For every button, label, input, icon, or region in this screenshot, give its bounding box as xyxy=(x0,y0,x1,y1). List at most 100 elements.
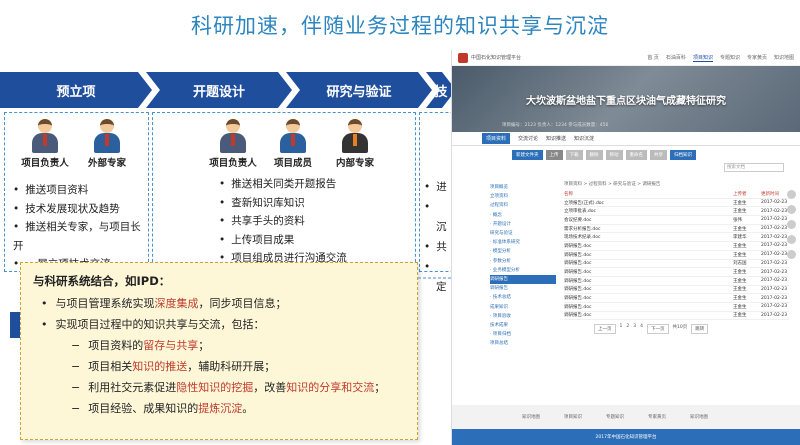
rename-button[interactable]: 重命名 xyxy=(625,150,647,160)
pagination: 上一页 1 2 3 4 下一页 共10页 跳转 xyxy=(564,324,789,335)
tree-item[interactable]: 项目概览 xyxy=(490,183,556,192)
nav-item-home[interactable]: 首 页 xyxy=(647,54,659,62)
stage1-bullets: 推送项目资料 技术发展现状及趋势 推送相关专家，与项目长开 展立项技术交流 xyxy=(13,181,148,274)
tree-item[interactable]: · 开题设计 xyxy=(490,220,556,229)
nav-item-project[interactable]: 项目知识 xyxy=(692,54,713,62)
file-date: 2017-02-23 xyxy=(761,252,788,258)
table-row[interactable]: 调研报告.doc 王金生 2017-02-23 xyxy=(564,303,789,312)
tree-item[interactable]: · 标准体系研究 xyxy=(490,238,556,247)
project-member-avatar-icon xyxy=(278,119,308,153)
table-row[interactable]: 调研报告.doc 王金生 2017-02-23 xyxy=(564,294,789,303)
tree-item[interactable]: · 概念 xyxy=(490,211,556,220)
move-button[interactable]: 移动 xyxy=(605,150,623,160)
table-row[interactable]: 调研报告.doc 王金生 2017-02-23 xyxy=(564,277,789,286)
file-name[interactable]: 立项报告(正式).doc xyxy=(564,200,733,206)
role-label: 项目负责人 xyxy=(21,158,69,169)
tree-item-selected[interactable]: 调研报告 xyxy=(490,275,556,285)
tree-item[interactable]: 研究与验证 xyxy=(490,229,556,238)
file-date: 2017-02-23 xyxy=(761,217,788,223)
file-name[interactable]: 调研报告.doc xyxy=(564,243,733,249)
tab-push[interactable]: 知识推送 xyxy=(546,135,566,142)
file-search-input[interactable]: 搜索文档 xyxy=(724,163,784,172)
file-name[interactable]: 会议纪要.doc xyxy=(564,217,733,223)
file-name[interactable]: 调研报告.doc xyxy=(564,269,733,275)
top-icon[interactable] xyxy=(787,250,796,259)
file-name[interactable]: 调研报告.doc xyxy=(564,278,733,284)
tab-distill[interactable]: 知识沉淀 xyxy=(574,135,594,142)
share-button[interactable]: 共享 xyxy=(650,150,667,160)
page-4[interactable]: 4 xyxy=(640,324,643,334)
table-row[interactable]: 会议纪要.doc 张伟 2017-02-23 xyxy=(564,216,789,225)
footer-link[interactable]: 专题知识 xyxy=(606,414,624,420)
tree-item[interactable]: · 模型分析 xyxy=(490,247,556,256)
page-1[interactable]: 1 xyxy=(620,324,623,334)
new-folder-button[interactable]: 新建文件夹 xyxy=(512,150,543,160)
file-name[interactable]: 调研报告.doc xyxy=(564,252,733,258)
tree-item[interactable]: · 项目验收 xyxy=(490,312,556,321)
file-name[interactable]: 调研报告.doc xyxy=(564,295,733,301)
comment-icon[interactable] xyxy=(787,190,796,199)
footer-link[interactable]: 知识地图 xyxy=(522,414,540,420)
tab-materials[interactable]: 项目资料 xyxy=(482,133,511,144)
tree-item[interactable]: 立项资料 xyxy=(490,192,556,201)
table-row[interactable]: 调研报告.doc 王金生 2017-02-23 xyxy=(564,286,789,295)
nav-item-encyclopedia[interactable]: 石油百科 xyxy=(666,54,686,62)
bullet-item: 推送相关同类开题报告 xyxy=(219,175,347,194)
tree-item[interactable]: 项目总结 xyxy=(490,339,556,348)
table-row[interactable]: 需求分析报告.doc 王金生 2017-02-23 xyxy=(564,225,789,234)
file-date: 2017-02-23 xyxy=(761,208,788,214)
footer-link[interactable]: 项目知识 xyxy=(564,414,582,420)
upload-button[interactable]: 上传 xyxy=(545,150,563,160)
file-name[interactable]: 现场技术纪录.doc xyxy=(564,234,733,240)
table-row[interactable]: 调研报告.doc 刘志国 2017-02-23 xyxy=(564,260,789,269)
next-page-button[interactable]: 下一页 xyxy=(647,324,669,335)
file-list: 项目资料 > 过程资料 > 研究与验证 > 调研报告 名称 上传者 更新时间 立… xyxy=(564,181,789,335)
archive-button[interactable]: 归档知识 xyxy=(670,150,696,160)
file-date: 2017-02-23 xyxy=(761,200,788,206)
table-row[interactable]: 立项审批表.doc 王金生 2017-02-23 xyxy=(564,207,789,217)
table-row[interactable]: 调研报告.doc 王金生 2017-02-23 xyxy=(564,268,789,277)
stage-chevron-preapproval: 预立项 xyxy=(0,72,152,108)
footer-link[interactable]: 专家黄页 xyxy=(648,414,666,420)
share-icon[interactable] xyxy=(787,205,796,214)
file-owner: 王金生 xyxy=(733,287,747,293)
table-row[interactable]: 调研报告.doc 王金生 2017-02-23 xyxy=(564,242,789,251)
table-row[interactable]: 现场技术纪录.doc 李建华 2017-02-23 xyxy=(564,233,789,243)
nav-item-topic[interactable]: 专题知识 xyxy=(720,54,740,62)
nav-item-experts[interactable]: 专家黄页 xyxy=(747,54,767,62)
tree-item[interactable]: 调研报告 xyxy=(490,284,556,293)
file-name[interactable]: 立项审批表.doc xyxy=(564,208,733,214)
page-3[interactable]: 3 xyxy=(633,324,636,334)
file-name[interactable]: 调研报告.doc xyxy=(564,312,733,318)
page-2[interactable]: 2 xyxy=(626,324,629,334)
screen-brand: 中国石化知识管理平台 xyxy=(471,55,522,61)
jump-button[interactable]: 跳转 xyxy=(691,324,709,335)
file-date: 2017-02-23 xyxy=(761,226,788,232)
file-date: 2017-02-23 xyxy=(761,312,788,318)
delete-button[interactable]: 删除 xyxy=(585,150,603,160)
tree-item[interactable]: 成果知识 xyxy=(490,303,556,312)
favorite-icon[interactable] xyxy=(787,220,796,229)
table-row[interactable]: 调研报告.doc 王金生 2017-02-23 xyxy=(564,312,789,321)
tree-item[interactable]: · 项目归档 xyxy=(490,330,556,339)
nav-item-map[interactable]: 知识地图 xyxy=(774,54,794,62)
tab-discussion[interactable]: 交流讨论 xyxy=(518,135,538,142)
file-name[interactable]: 需求分析报告.doc xyxy=(564,226,733,232)
tree-item[interactable]: · 业务模型分析 xyxy=(490,266,556,275)
project-meta: 项目编号：2123 负责人：1234 参与成员数量：456 xyxy=(502,123,609,128)
table-row[interactable]: 调研报告.doc 王金生 2017-02-23 xyxy=(564,251,789,260)
role-internal-expert: 内部专家 xyxy=(325,119,385,169)
file-name[interactable]: 调研报告.doc xyxy=(564,304,733,310)
download-button[interactable]: 下载 xyxy=(565,150,583,160)
tree-item[interactable]: · 参数分析 xyxy=(490,257,556,266)
tree-item[interactable]: 技术成果 xyxy=(490,321,556,330)
tree-item[interactable]: 过程资料 xyxy=(490,201,556,210)
table-row[interactable]: 立项报告(正式).doc 王金生 2017-02-23 xyxy=(564,199,789,208)
tree-item[interactable]: · 技术总结 xyxy=(490,293,556,302)
prev-page-button[interactable]: 上一页 xyxy=(594,324,616,335)
file-name[interactable]: 调研报告.doc xyxy=(564,260,733,266)
footer-link[interactable]: 知识地图 xyxy=(690,414,708,420)
bullet-item: 技术发展现状及趋势 xyxy=(13,200,148,219)
feedback-icon[interactable] xyxy=(787,235,796,244)
file-name[interactable]: 调研报告.doc xyxy=(564,286,733,292)
